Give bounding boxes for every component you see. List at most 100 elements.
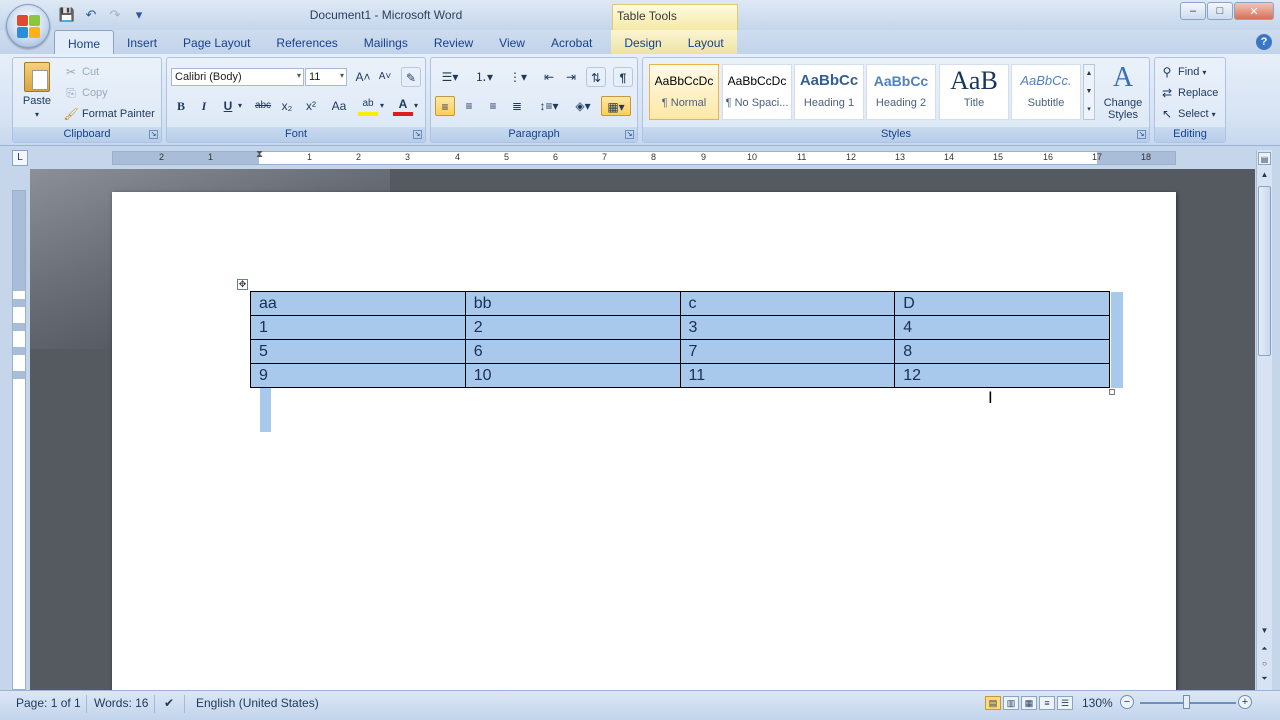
web-layout-view-icon[interactable]: ▦	[1021, 696, 1037, 710]
zoom-out-icon[interactable]: −	[1120, 695, 1134, 709]
table-cell[interactable]: 6	[464, 339, 681, 364]
replace-button[interactable]: ⇄ Replace	[1159, 85, 1218, 101]
style-subtitle[interactable]: AaBbCc. Subtitle	[1011, 64, 1081, 120]
style-heading-1[interactable]: AaBbCс Heading 1	[794, 64, 864, 120]
bullets-icon[interactable]: ☰▾	[435, 67, 465, 87]
vertical-ruler[interactable]	[12, 190, 26, 690]
tab-selector-button[interactable]: L	[12, 150, 28, 166]
font-color-icon[interactable]: A	[393, 96, 413, 116]
table-cell[interactable]: 9	[250, 363, 466, 388]
next-page-icon[interactable]: ⏷	[1258, 672, 1271, 685]
change-case-button[interactable]: Aa	[326, 96, 352, 116]
maximize-button[interactable]: □	[1207, 2, 1233, 20]
grow-font-button[interactable]: A˄	[353, 67, 373, 87]
font-size-combo[interactable]: 11 ▾	[305, 68, 347, 86]
tab-layout[interactable]: Layout	[674, 30, 737, 54]
table-cell[interactable]: 11	[679, 363, 896, 388]
document-table[interactable]: aa bb c D 1 2 3 4 5 6 7 8 9 10 11 12	[250, 291, 1110, 388]
italic-button[interactable]: I	[194, 96, 214, 116]
table-resize-handle[interactable]	[1109, 389, 1115, 395]
bold-button[interactable]: B	[171, 96, 191, 116]
tab-review[interactable]: Review	[421, 30, 486, 54]
table-cell[interactable]: 7	[679, 339, 896, 364]
tab-insert[interactable]: Insert	[114, 30, 170, 54]
style-title[interactable]: AaB Title	[939, 64, 1009, 120]
table-cell[interactable]: 12	[894, 363, 1110, 388]
font-color-dropdown-icon[interactable]: ▾	[411, 96, 421, 116]
close-button[interactable]: ✕	[1234, 2, 1274, 20]
highlight-color-icon[interactable]: ab	[358, 96, 378, 116]
indent-marker-icon[interactable]: ⧗	[256, 149, 263, 160]
change-styles-button[interactable]: A Change Styles	[1099, 62, 1147, 121]
page-count[interactable]: Page: 1 of 1	[16, 696, 81, 710]
font-launcher-icon[interactable]: ↘	[413, 130, 422, 139]
sort-icon[interactable]: ⇅	[586, 67, 606, 87]
subscript-button[interactable]: x₂	[277, 96, 297, 116]
underline-dropdown-icon[interactable]: ▾	[235, 96, 245, 116]
table-cell[interactable]: 5	[250, 339, 466, 364]
styles-launcher-icon[interactable]: ↘	[1137, 130, 1146, 139]
table-cell[interactable]: 8	[894, 339, 1110, 364]
copy-button[interactable]: ⎘ Copy	[63, 85, 108, 101]
tab-mailings[interactable]: Mailings	[351, 30, 421, 54]
shrink-font-button[interactable]: A˅	[375, 67, 395, 87]
previous-page-icon[interactable]: ⏶	[1258, 642, 1271, 655]
style-no-spacing[interactable]: AaBbCcDc ¶ No Spaci...	[722, 64, 792, 120]
borders-icon[interactable]: ▦▾	[601, 96, 631, 116]
table-cell[interactable]: 1	[250, 315, 466, 340]
font-name-combo[interactable]: Calibri (Body) ▾	[171, 68, 304, 86]
proofing-icon[interactable]: ✔	[164, 696, 174, 710]
scroll-thumb[interactable]	[1258, 186, 1271, 356]
align-right-icon[interactable]: ≡	[483, 96, 503, 116]
language-indicator[interactable]: English (United States)	[196, 696, 319, 710]
scroll-down-icon[interactable]: ▼	[1258, 624, 1271, 637]
tab-design[interactable]: Design	[611, 30, 675, 54]
align-left-icon[interactable]: ≡	[435, 96, 455, 116]
table-cell[interactable]: aa	[250, 291, 466, 316]
minimize-button[interactable]: –	[1180, 2, 1206, 20]
zoom-level[interactable]: 130%	[1082, 696, 1113, 710]
draft-view-icon[interactable]: ☰	[1057, 696, 1073, 710]
style-heading-2[interactable]: AaBbCc Heading 2	[866, 64, 936, 120]
table-cell[interactable]: bb	[464, 291, 681, 316]
tab-references[interactable]: References	[263, 30, 350, 54]
print-layout-view-icon[interactable]: ▤	[985, 696, 1001, 710]
superscript-button[interactable]: x²	[301, 96, 321, 116]
paste-button[interactable]: Paste ▾	[17, 62, 57, 119]
line-spacing-icon[interactable]: ↕≡▾	[535, 96, 563, 116]
table-cell[interactable]: D	[894, 291, 1110, 316]
office-button[interactable]	[6, 4, 50, 48]
outline-view-icon[interactable]: ≡	[1039, 696, 1055, 710]
cut-button[interactable]: ✂ Cut	[63, 64, 99, 80]
show-marks-button[interactable]: ¶	[613, 67, 633, 87]
style-normal[interactable]: AaBbCcDc ¶ Normal	[649, 64, 719, 120]
strikethrough-button[interactable]: abc	[253, 96, 273, 116]
ruler-toggle-icon[interactable]: ▤	[1258, 152, 1271, 165]
table-cell[interactable]: 3	[679, 315, 896, 340]
document-page[interactable]: ✥ aa bb c D 1 2 3 4 5 6 7 8 9 10 11 12 I	[112, 192, 1176, 690]
decrease-indent-icon[interactable]: ⇤	[539, 67, 559, 87]
styles-scroll[interactable]: ▲ ▼ ▾	[1083, 64, 1095, 120]
zoom-in-icon[interactable]: +	[1238, 695, 1252, 709]
help-icon[interactable]: ?	[1256, 34, 1272, 50]
align-center-icon[interactable]: ≡	[459, 96, 479, 116]
select-button[interactable]: ↖ Select ▾	[1159, 106, 1216, 122]
horizontal-ruler[interactable]: 2 1 1 2 3 4 5 6 7 8 9 10 11 12 13 14 15 …	[112, 149, 1176, 165]
numbering-icon[interactable]: ⒈▾	[469, 67, 499, 87]
shading-icon[interactable]: ◈▾	[569, 96, 597, 116]
find-button[interactable]: ⚲ Find ▾	[1159, 64, 1207, 80]
table-cell[interactable]: 4	[894, 315, 1110, 340]
tab-home[interactable]: Home	[54, 30, 115, 55]
table-cell[interactable]: c	[679, 291, 896, 316]
vertical-scrollbar[interactable]: ▤ ▲ ▼ ⏶ ○ ⏷	[1256, 150, 1272, 690]
zoom-slider-thumb[interactable]	[1183, 695, 1190, 709]
clear-formatting-icon[interactable]: ✎	[401, 67, 421, 87]
table-move-handle-icon[interactable]: ✥	[237, 279, 248, 290]
tab-acrobat[interactable]: Acrobat	[538, 30, 605, 54]
table-cell[interactable]: 2	[464, 315, 681, 340]
tab-view[interactable]: View	[486, 30, 538, 54]
word-count[interactable]: Words: 16	[94, 696, 148, 710]
increase-indent-icon[interactable]: ⇥	[561, 67, 581, 87]
paragraph-launcher-icon[interactable]: ↘	[625, 130, 634, 139]
table-cell[interactable]: 10	[464, 363, 681, 388]
